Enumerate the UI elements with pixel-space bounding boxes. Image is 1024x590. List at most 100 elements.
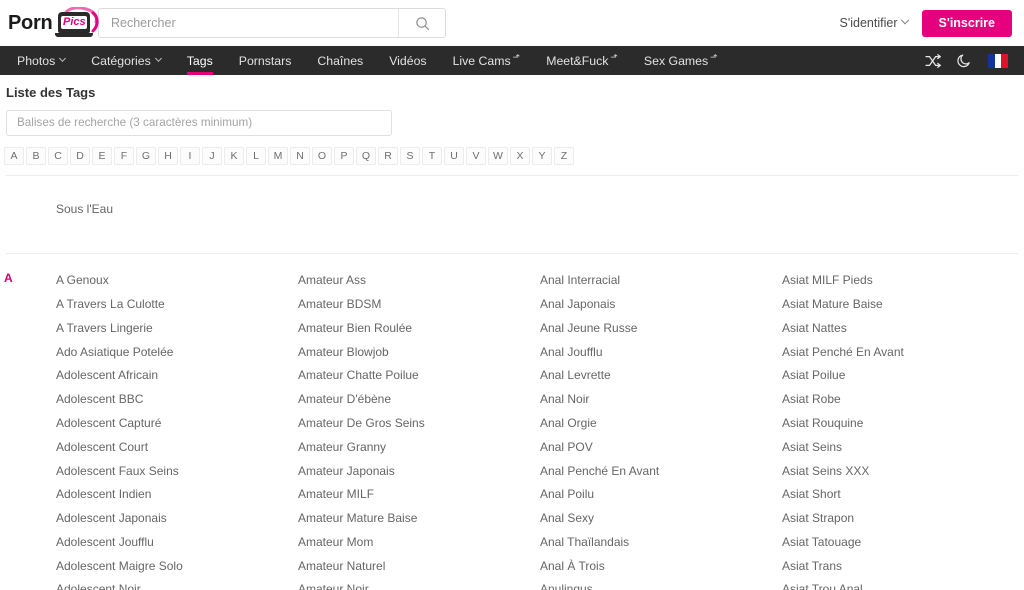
tag-link[interactable]: Amateur Mom xyxy=(298,530,530,554)
alpha-letter-x[interactable]: X xyxy=(510,146,530,165)
moon-icon[interactable] xyxy=(957,53,972,68)
tag-link[interactable]: Adolescent Africain xyxy=(56,364,288,388)
shuffle-icon[interactable] xyxy=(925,53,941,68)
tag-link[interactable]: Amateur MILF xyxy=(298,482,530,506)
tag-link[interactable]: Anal Poilu xyxy=(540,482,772,506)
tag-link[interactable]: Amateur Ass xyxy=(298,268,530,292)
tag-link[interactable]: Amateur Naturel xyxy=(298,554,530,578)
tag-link[interactable]: Asiat Seins XXX xyxy=(782,459,1014,483)
tag-link[interactable]: Anal À Trois xyxy=(540,554,772,578)
alpha-letter-g[interactable]: G xyxy=(136,146,156,165)
flag-fr-icon[interactable] xyxy=(988,53,1008,68)
tag-link[interactable]: Adolescent Japonais xyxy=(56,506,288,530)
alpha-letter-a[interactable]: A xyxy=(4,146,24,165)
tag-link[interactable]: Asiat Robe xyxy=(782,387,1014,411)
nav-item-live-cams[interactable]: Live Cams ⬏ xyxy=(440,46,534,75)
alpha-letter-k[interactable]: K xyxy=(224,146,244,165)
search-input[interactable] xyxy=(99,9,398,37)
tag-link[interactable]: Anal POV xyxy=(540,435,772,459)
tag-link[interactable]: Adolescent Court xyxy=(56,435,288,459)
tag-link[interactable]: Asiat Short xyxy=(782,482,1014,506)
tag-link[interactable]: Anal Sexy xyxy=(540,506,772,530)
nav-item-chaines[interactable]: Chaînes xyxy=(304,46,376,75)
alpha-letter-u[interactable]: U xyxy=(444,146,464,165)
alpha-letter-f[interactable]: F xyxy=(114,146,134,165)
tag-link[interactable]: Adolescent Joufflu xyxy=(56,530,288,554)
tag-link[interactable]: Adolescent Maigre Solo xyxy=(56,554,288,578)
tag-link[interactable]: Asiat Rouquine xyxy=(782,411,1014,435)
tag-link[interactable]: Amateur Blowjob xyxy=(298,340,530,364)
alpha-letter-j[interactable]: J xyxy=(202,146,222,165)
tag-link[interactable]: Asiat Mature Baise xyxy=(782,292,1014,316)
tag-link[interactable]: Anal Jeune Russe xyxy=(540,316,772,340)
nav-item-tags[interactable]: Tags xyxy=(174,46,226,75)
alpha-letter-s[interactable]: S xyxy=(400,146,420,165)
tag-link[interactable]: Anal Thaïlandais xyxy=(540,530,772,554)
signup-button[interactable]: S'inscrire xyxy=(921,9,1012,37)
tag-search-input[interactable] xyxy=(6,109,392,136)
alpha-letter-y[interactable]: Y xyxy=(532,146,552,165)
tag-link[interactable]: Anal Penché En Avant xyxy=(540,459,772,483)
tag-link[interactable]: Amateur De Gros Seins xyxy=(298,411,530,435)
nav-item-meet-and-fuck[interactable]: Meet&Fuck ⬏ xyxy=(533,46,631,75)
tag-link[interactable]: Adolescent Capturé xyxy=(56,411,288,435)
alpha-letter-t[interactable]: T xyxy=(422,146,442,165)
alpha-letter-d[interactable]: D xyxy=(70,146,90,165)
alpha-letter-h[interactable]: H xyxy=(158,146,178,165)
tag-link[interactable]: Sous l'Eau xyxy=(56,198,288,222)
tag-link[interactable]: Amateur D'ébène xyxy=(298,387,530,411)
tag-link[interactable]: Amateur BDSM xyxy=(298,292,530,316)
signin-menu[interactable]: S'identifier xyxy=(840,15,909,30)
tag-link[interactable]: Anal Japonais xyxy=(540,292,772,316)
alpha-letter-i[interactable]: I xyxy=(180,146,200,165)
tag-link[interactable]: Asiat Trou Anal xyxy=(782,578,1014,590)
tag-link[interactable]: A Genoux xyxy=(56,268,288,292)
alpha-letter-e[interactable]: E xyxy=(92,146,112,165)
tag-link[interactable]: Asiat Trans xyxy=(782,554,1014,578)
tag-link[interactable]: Amateur Japonais xyxy=(298,459,530,483)
tag-link[interactable]: Amateur Chatte Poilue xyxy=(298,364,530,388)
tag-link[interactable]: Adolescent Noir xyxy=(56,578,288,590)
tag-link[interactable]: Anal Orgie xyxy=(540,411,772,435)
tag-link[interactable]: A Travers La Culotte xyxy=(56,292,288,316)
alpha-letter-b[interactable]: B xyxy=(26,146,46,165)
nav-item-photos[interactable]: Photos xyxy=(4,46,78,75)
nav-item-sex-games[interactable]: Sex Games ⬏ xyxy=(631,46,731,75)
tag-link[interactable]: Adolescent Indien xyxy=(56,482,288,506)
tag-link[interactable]: A Travers Lingerie xyxy=(56,316,288,340)
tag-link[interactable]: Anal Noir xyxy=(540,387,772,411)
tag-link[interactable]: Amateur Granny xyxy=(298,435,530,459)
alpha-letter-z[interactable]: Z xyxy=(554,146,574,165)
search-submit-button[interactable] xyxy=(398,9,445,37)
tag-link[interactable]: Amateur Mature Baise xyxy=(298,506,530,530)
nav-item-pornstars[interactable]: Pornstars xyxy=(226,46,305,75)
alpha-letter-o[interactable]: O xyxy=(312,146,332,165)
tag-link[interactable]: Asiat Strapon xyxy=(782,506,1014,530)
tag-link[interactable]: Asiat Poilue xyxy=(782,364,1014,388)
tag-link[interactable]: Asiat Tatouage xyxy=(782,530,1014,554)
alpha-letter-c[interactable]: C xyxy=(48,146,68,165)
tag-link[interactable]: Anal Joufflu xyxy=(540,340,772,364)
nav-item-videos[interactable]: Vidéos xyxy=(376,46,439,75)
nav-item-categories[interactable]: Catégories xyxy=(78,46,173,75)
tag-link[interactable]: Anal Levrette xyxy=(540,364,772,388)
alpha-letter-r[interactable]: R xyxy=(378,146,398,165)
tag-link[interactable]: Asiat MILF Pieds xyxy=(782,268,1014,292)
tag-link[interactable]: Asiat Penché En Avant xyxy=(782,340,1014,364)
tag-link[interactable]: Amateur Bien Roulée xyxy=(298,316,530,340)
tag-link[interactable]: Anal Interracial xyxy=(540,268,772,292)
alpha-letter-q[interactable]: Q xyxy=(356,146,376,165)
alpha-letter-p[interactable]: P xyxy=(334,146,354,165)
alpha-letter-m[interactable]: M xyxy=(268,146,288,165)
alpha-letter-v[interactable]: V xyxy=(466,146,486,165)
alpha-letter-l[interactable]: L xyxy=(246,146,266,165)
alpha-letter-n[interactable]: N xyxy=(290,146,310,165)
tag-link[interactable]: Anulingus xyxy=(540,578,772,590)
tag-link[interactable]: Adolescent Faux Seins xyxy=(56,459,288,483)
alpha-letter-w[interactable]: W xyxy=(488,146,508,165)
tag-link[interactable]: Asiat Seins xyxy=(782,435,1014,459)
site-logo[interactable]: Porn Pics xyxy=(8,0,99,46)
tag-link[interactable]: Ado Asiatique Potelée xyxy=(56,340,288,364)
tag-link[interactable]: Asiat Nattes xyxy=(782,316,1014,340)
tag-link[interactable]: Amateur Noir xyxy=(298,578,530,590)
